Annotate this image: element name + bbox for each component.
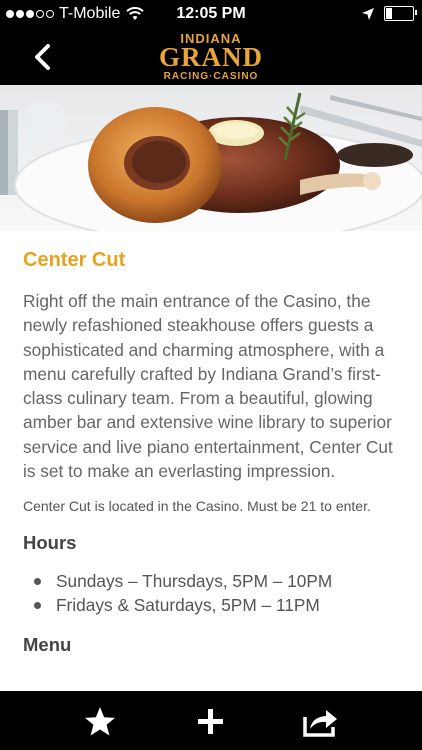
venue-note: Center Cut is located in the Casino. Mus…	[23, 498, 371, 515]
logo: INDIANA GRAND RACING·CASINO	[151, 31, 271, 83]
hours-list: Sundays – Thursdays, 5PM – 10PM Fridays …	[23, 569, 403, 617]
logo-line2: GRAND	[159, 42, 263, 72]
venue-description: Right off the main entrance of the Casin…	[23, 291, 393, 482]
star-icon[interactable]	[80, 702, 120, 740]
venue-content: Center Cut Right off the main entrance o…	[23, 246, 403, 659]
battery-fill	[386, 8, 392, 19]
location-arrow-icon	[362, 7, 374, 20]
hero-image	[0, 85, 422, 231]
hours-item: Sundays – Thursdays, 5PM – 10PM	[23, 569, 403, 593]
hours-item: Fridays & Saturdays, 5PM – 11PM	[23, 593, 403, 617]
battery-icon	[384, 6, 417, 21]
status-right	[362, 6, 417, 21]
share-icon[interactable]	[300, 702, 340, 740]
chevron-left-icon[interactable]	[28, 40, 58, 74]
venue-title: Center Cut	[23, 249, 126, 271]
nav-bar: INDIANA GRAND RACING·CASINO	[0, 30, 422, 85]
logo-line3: RACING·CASINO	[163, 71, 259, 82]
clock: 12:05 PM	[176, 5, 246, 22]
hours-heading: Hours	[23, 532, 77, 554]
menu-heading: Menu	[23, 634, 72, 656]
plus-icon[interactable]	[190, 702, 230, 740]
status-bar: T-Mobile 12:05 PM	[0, 0, 422, 30]
bottom-toolbar	[0, 691, 422, 750]
